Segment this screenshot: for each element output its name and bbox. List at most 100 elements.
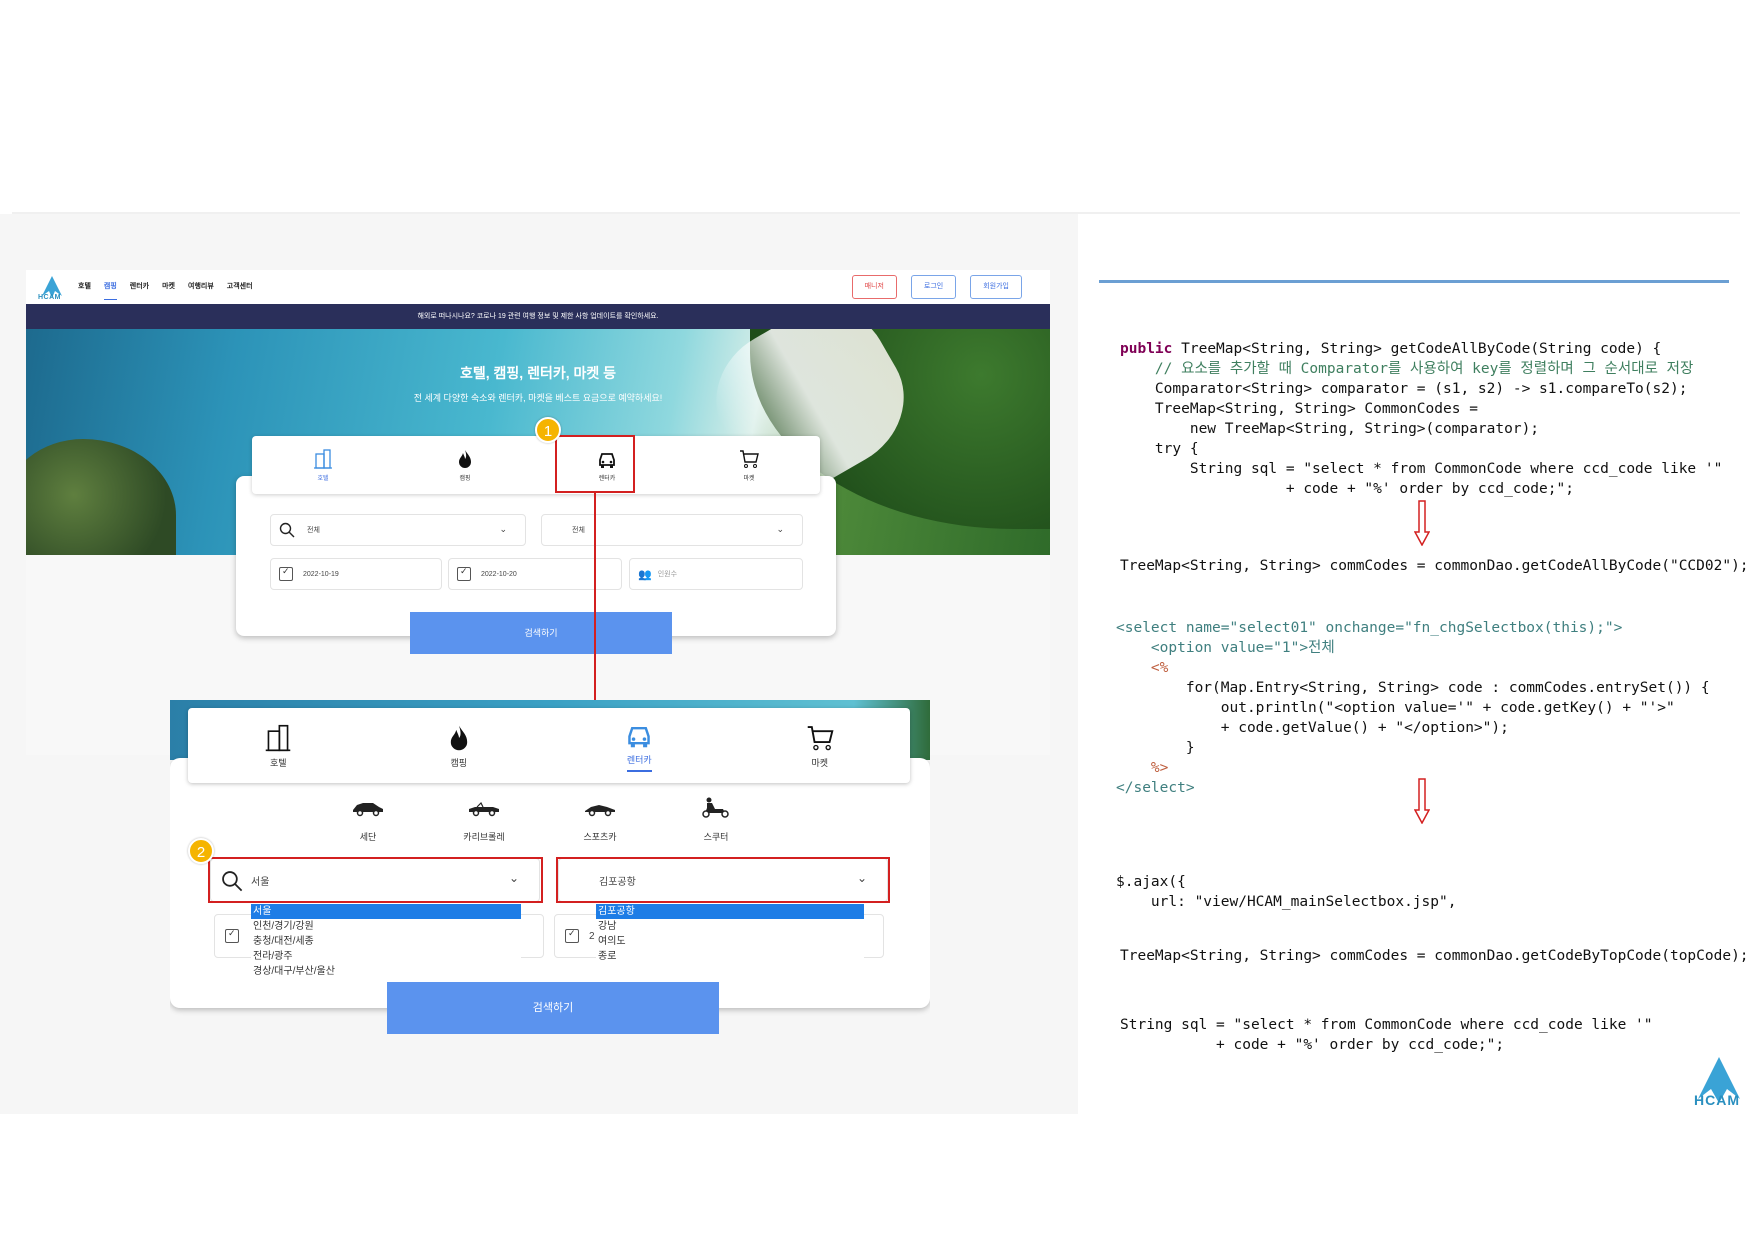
tab-market[interactable]: 마켓 [678,436,820,494]
car-type-sedan-label: 세단 [359,832,377,842]
nav-item-support[interactable]: 고객센터 [227,281,253,300]
zoom-tab-market-label: 마켓 [811,757,829,768]
down-arrow-icon [1414,778,1430,824]
tab-camping-label: 캠핑 [459,476,471,482]
region-option[interactable]: 서울 [251,904,521,919]
car-type-cabriolet[interactable]: 카리브롤레 [426,796,542,843]
code-line-topcode: TreeMap<String, String> commCodes = comm… [1120,948,1749,964]
highlight-box-1 [555,435,635,493]
area-option[interactable]: 여의도 [596,934,864,949]
hero-title: 호텔, 캠핑, 렌터카, 마켓 등 [459,365,617,381]
code-line: try { [1120,441,1199,457]
area-option[interactable]: 김포공항 [596,904,864,919]
manager-button[interactable]: 매니저 [851,275,897,299]
car-type-scooter-label: 스쿠터 [703,832,729,842]
right-divider [1099,280,1729,283]
highlight-box-2a [208,857,543,903]
zoom-search-button[interactable]: 검색하기 [387,982,719,1034]
zoom-tab-hotel-label: 호텔 [269,757,287,768]
zoom-tab-camping-label: 캠핑 [450,757,468,768]
search-icon [279,522,295,538]
region-option[interactable]: 충청/대전/세종 [251,934,521,949]
calendar-icon [565,928,579,943]
code-block-sql: String sql = "select * from CommonCode w… [1120,1015,1653,1055]
footer-logo-text: HCAM [1694,1092,1740,1108]
nav-item-market[interactable]: 마켓 [162,281,175,300]
nav-buttons: 매니저 로그인 회원가입 [851,275,1022,299]
guests-placeholder: 인원수 [657,571,678,578]
region-select-value: 전체 [307,527,320,534]
area-select-value: 전체 [572,527,585,534]
nav-item-hotel[interactable]: 호텔 [78,281,91,300]
search-button[interactable]: 검색하기 [410,612,672,654]
code-line: out.println("<option value='" + code.get… [1116,700,1675,716]
guests-field[interactable]: 👥 인원수 [629,558,803,590]
step-badge-2: 2 [188,838,214,864]
checkin-date-value: 2022-10-19 [303,570,339,578]
scooter-icon [702,797,729,818]
notice-banner[interactable]: 해외로 떠나시나요? 코로나 19 관련 여행 정보 및 제한 사항 업데이트를… [26,304,1050,329]
checkin-date[interactable]: 2022-10-19 [270,558,442,590]
slide: HCAM 호텔 캠핑 렌터카 마켓 여행리뷰 고객센터 매니저 로그인 회원가입… [0,0,1753,1240]
zoom-tab-market[interactable]: 마켓 [730,708,911,783]
website-screenshot: HCAM 호텔 캠핑 렌터카 마켓 여행리뷰 고객센터 매니저 로그인 회원가입… [26,270,1050,755]
code-line: + code + "%' order by ccd_code;"; [1120,1037,1505,1053]
signup-button[interactable]: 회원가입 [970,275,1022,299]
logo-text: HCAM [38,294,61,301]
region-option[interactable]: 전라/광주 [251,949,521,964]
nav-menu: 호텔 캠핑 렌터카 마켓 여행리뷰 고객센터 [78,281,253,300]
code-line: + code + "%' order by ccd_code;"; [1120,481,1574,497]
zoom-date-partial: 2 [589,930,595,942]
code-line: $.ajax({ [1116,874,1186,890]
tab-camping[interactable]: 캠핑 [394,436,536,494]
nav-item-camping[interactable]: 캠핑 [103,281,117,300]
region-option[interactable]: 인천/경기/강원 [251,919,521,934]
cabriolet-icon [469,801,499,817]
calendar-icon [279,566,293,581]
code-line: + code.getValue() + "</option>"); [1116,720,1509,736]
car-type-sports[interactable]: 스포츠카 [542,796,658,843]
code-line: url: "view/HCAM_mainSelectbox.jsp", [1116,894,1457,910]
area-select[interactable]: 전체 ⌄ [541,514,803,546]
area-option[interactable]: 종로 [596,949,864,964]
code-block-ajax: $.ajax({ url: "view/HCAM_mainSelectbox.j… [1116,872,1456,912]
code-block-select: <select name="select01" onchange="fn_chg… [1116,618,1710,798]
fire-icon [459,450,471,468]
code-line: <select name="select01" onchange="fn_chg… [1116,620,1623,636]
building-icon [314,449,332,469]
code-line: TreeMap<String, String> getCodeAllByCode… [1181,341,1662,357]
code-line: Comparator<String> comparator = (s1, s2)… [1120,381,1688,397]
category-tabs: 호텔 캠핑 렌터카 마켓 [252,436,820,494]
car-icon [628,726,651,747]
car-type-cabriolet-label: 카리브롤레 [463,832,505,842]
area-option[interactable]: 강남 [596,919,864,934]
code-comment: // 요소를 추가할 때 Comparator를 사용하여 key를 정렬하며 … [1120,361,1694,377]
code-line: TreeMap<String, String> CommonCodes = [1120,401,1478,417]
code-block-dao: public TreeMap<String, String> getCodeAl… [1120,341,1723,497]
nav-item-rentcar[interactable]: 렌터카 [130,281,149,300]
tab-hotel-label: 호텔 [317,476,329,482]
zoom-tab-hotel[interactable]: 호텔 [188,708,369,783]
zoom-tab-rentcar[interactable]: 렌터카 [549,708,730,783]
zoom-tab-camping[interactable]: 캠핑 [369,708,550,783]
cart-icon [807,725,834,750]
code-line: new TreeMap<String, String>(comparator); [1120,421,1540,437]
step-badge-1: 1 [535,417,561,443]
region-dropdown[interactable]: 서울 인천/경기/강원 충청/대전/세종 전라/광주 경상/대구/부산/울산 [251,904,521,979]
region-option[interactable]: 경상/대구/부산/울산 [251,964,521,979]
nav-item-review[interactable]: 여행리뷰 [188,281,214,300]
code-line: </select> [1116,780,1195,796]
car-type-scooter[interactable]: 스쿠터 [658,796,774,843]
tab-hotel[interactable]: 호텔 [252,436,394,494]
area-dropdown[interactable]: 김포공항 강남 여의도 종로 [596,904,864,964]
car-type-sedan[interactable]: 세단 [310,796,426,843]
region-select[interactable]: 전체 ⌄ [270,514,526,546]
login-button[interactable]: 로그인 [910,275,957,299]
chevron-down-icon: ⌄ [776,524,784,534]
code-line: <% [1116,660,1169,676]
tab-market-label: 마켓 [743,476,755,482]
fire-icon [450,725,467,750]
code-line-dao-call: TreeMap<String, String> commCodes = comm… [1120,558,1749,574]
people-icon: 👥 [638,568,652,581]
car-type-list: 세단 카리브롤레 스포츠카 스쿠터 [310,796,774,843]
